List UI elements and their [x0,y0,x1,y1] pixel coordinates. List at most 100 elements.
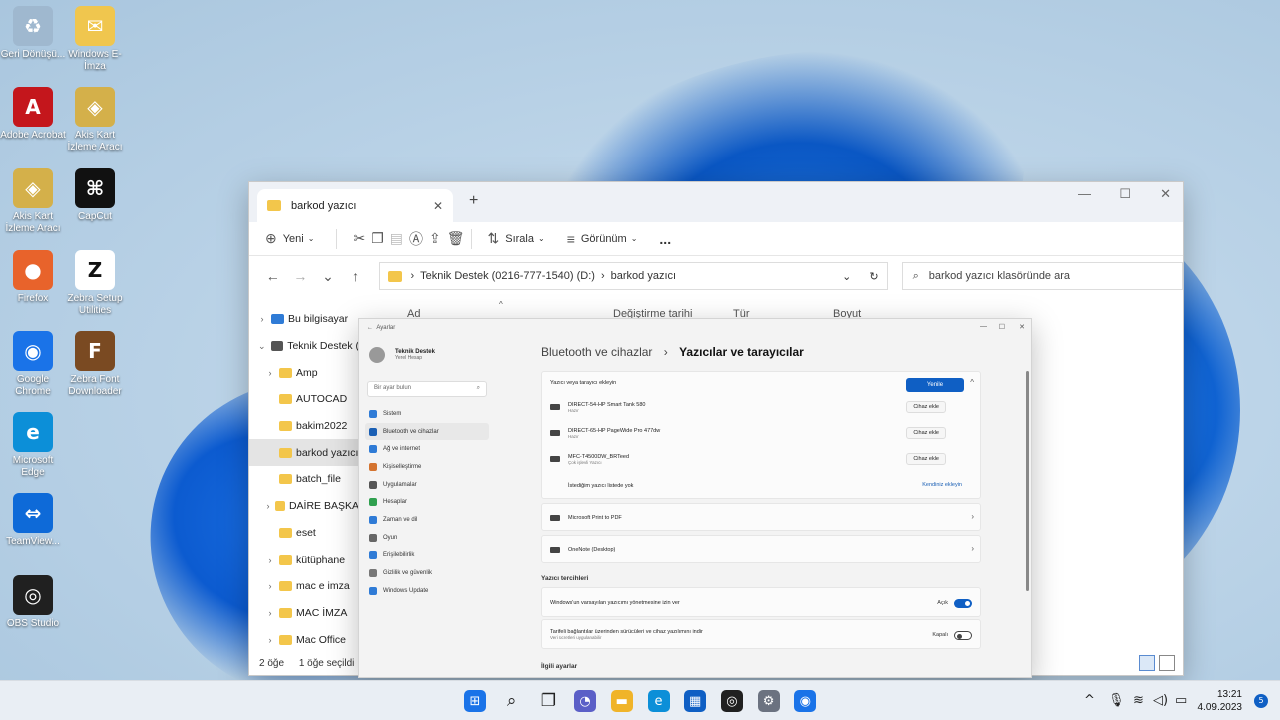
settings-search-input[interactable]: Bir ayar bulun ⌕ [367,381,487,397]
settings-nav-item[interactable]: Sistem [365,405,489,423]
chevron-up-icon[interactable]: ^ [970,378,974,387]
clock[interactable]: 13:21 4.09.2023 [1198,688,1243,714]
battery-icon[interactable]: ▭ [1175,693,1187,708]
search-icon[interactable]: ⌕ [501,690,523,712]
settings-nav-item[interactable]: Oyun [365,529,489,547]
copy-icon[interactable]: ❐ [371,230,384,247]
recent-chevron-icon[interactable]: ⌄ [314,268,342,285]
desktop-shortcut[interactable]: ◈ Akis Kart İzleme Aracı [0,168,66,235]
expand-chevron-icon[interactable]: › [261,581,279,591]
nav-item[interactable]: › mac e imza [249,573,359,600]
paste-icon[interactable]: ▤ [390,230,403,247]
chevron-down-icon[interactable]: ⌄ [842,270,851,283]
maximize-button[interactable]: ☐ [999,323,1005,331]
breadcrumb-drive[interactable]: Teknik Destek (0216-777-1540) (D:) [420,270,595,282]
edge-icon[interactable]: e [647,690,670,712]
file-explorer-icon[interactable]: ▬ [610,690,633,712]
desktop-shortcut[interactable]: A Adobe Acrobat [0,87,66,142]
close-tab-icon[interactable]: ✕ [433,199,443,213]
start-icon[interactable]: ⊞ [464,690,486,712]
nav-item[interactable]: › Amp [249,359,359,386]
expand-chevron-icon[interactable]: › [261,501,275,511]
desktop-shortcut[interactable]: ⇔ TeamView... [0,493,66,548]
breadcrumb-parent[interactable]: Bluetooth ve cihazlar [541,345,652,359]
maximize-button[interactable]: ☐ [1119,186,1131,202]
teams-chat-icon[interactable]: ◔ [574,690,597,712]
up-arrow-icon[interactable]: ↑ [342,268,370,284]
refresh-button[interactable]: Yenile [906,378,964,392]
settings-nav-item[interactable]: Zaman ve dil [365,511,489,529]
desktop-shortcut[interactable]: ⌘ CapCut [62,168,128,223]
sort-button[interactable]: ⇅ Sırala ⌄ [488,230,545,247]
user-profile[interactable]: Teknik Destek Yerel Hesap [369,347,435,363]
desktop-shortcut[interactable]: ● Firefox [0,250,66,305]
nav-item[interactable]: batch_file [249,466,359,493]
nav-item[interactable]: › kütüphane [249,546,359,573]
desktop-shortcut[interactable]: ◎ OBS Studio [0,575,66,630]
scrollbar[interactable] [1026,371,1029,591]
forward-arrow-icon[interactable]: → [287,268,315,284]
installed-printer-card[interactable]: OneNote (Desktop) › [541,535,981,563]
explorer-tab[interactable]: barkod yazıcı ✕ [257,189,453,222]
nav-item[interactable]: › DAİRE BAŞKA [249,493,359,520]
add-device-button[interactable]: Cihaz ekle [906,453,946,465]
settings-nav-item[interactable]: Windows Update [365,582,489,600]
expand-chevron-icon[interactable]: › [261,368,279,378]
refresh-icon[interactable]: ↻ [869,270,878,283]
desktop-shortcut[interactable]: ◈ Akis Kart İzleme Aracı [62,87,128,154]
address-bar[interactable]: › Teknik Destek (0216-777-1540) (D:) › b… [379,262,888,290]
rename-icon[interactable]: Ⓐ [409,229,423,249]
settings-icon[interactable]: ⚙ [757,690,780,712]
desktop-shortcut[interactable]: e Microsoft Edge [0,412,66,479]
toggle-switch[interactable] [954,631,972,640]
new-button[interactable]: ⊕ Yeni ⌄ [265,230,314,247]
desktop-shortcut[interactable]: ✉ Windows E-İmza [62,6,128,73]
settings-nav-item[interactable]: Ağ ve internet [365,440,489,458]
desktop-shortcut[interactable]: ♻ Geri Dönüşü... [0,6,66,61]
minimize-button[interactable]: — [980,323,987,330]
settings-nav-item[interactable]: Kişiselleştirme [365,458,489,476]
settings-nav-item[interactable]: Hesaplar [365,493,489,511]
settings-nav-item[interactable]: Uygulamalar [365,476,489,494]
close-window-button[interactable]: ✕ [1160,186,1171,202]
share-icon[interactable]: ⇪ [429,230,441,247]
settings-nav-item[interactable]: Gizlilik ve güvenlik [365,564,489,582]
tiles-view-icon[interactable] [1159,655,1175,671]
microphone-icon[interactable]: 🎙 [1108,693,1125,708]
nav-item[interactable]: › MAC İMZA [249,600,359,627]
toggle-switch[interactable] [954,599,972,608]
expand-chevron-icon[interactable]: ⌄ [253,341,271,352]
settings-nav-item[interactable]: Erişilebilirlik [365,547,489,565]
desktop-shortcut[interactable]: ◉ Google Chrome [0,331,66,398]
show-hidden-icons-icon[interactable]: ^ [1084,693,1095,708]
task-view-icon[interactable]: ❐ [537,690,559,712]
search-input[interactable]: ⌕ barkod yazıcı klasöründe ara [901,262,1183,290]
view-button[interactable]: ≡ Görünüm ⌄ [567,231,638,247]
minimize-button[interactable]: — [1078,186,1091,201]
back-arrow-icon[interactable]: ← [367,325,373,331]
nav-item[interactable]: AUTOCAD [249,386,359,413]
cut-icon[interactable]: ✂ [353,230,365,247]
desktop-shortcut[interactable]: F Zebra Font Downloader [62,331,128,398]
nav-item[interactable]: › Bu bilgisayar [249,306,359,333]
desktop-shortcut[interactable]: Z Zebra Setup Utilities [62,250,128,317]
nav-item[interactable]: ⌄ Teknik Destek ( [249,333,359,360]
breadcrumb-folder[interactable]: barkod yazıcı [611,270,676,282]
back-arrow-icon[interactable]: ← [259,268,287,284]
volume-icon[interactable]: ◁) [1153,693,1168,708]
nav-item[interactable]: › Mac Office [249,626,359,653]
expand-chevron-icon[interactable]: › [261,635,279,645]
obs-icon[interactable]: ◎ [720,690,743,712]
expand-chevron-icon[interactable]: › [261,555,279,565]
delete-icon[interactable]: 🗑 [447,230,465,247]
notification-badge[interactable]: 5 [1254,694,1268,708]
chrome-icon[interactable]: ◉ [794,690,817,712]
settings-nav-item[interactable]: Bluetooth ve cihazlar [365,422,489,441]
nav-item[interactable]: eset [249,520,359,547]
details-view-icon[interactable] [1139,655,1155,671]
close-window-button[interactable]: ✕ [1019,323,1025,331]
add-device-button[interactable]: Cihaz ekle [906,401,946,413]
store-icon[interactable]: ▦ [684,690,707,712]
add-device-button[interactable]: Cihaz ekle [906,427,946,439]
installed-printer-card[interactable]: Microsoft Print to PDF › [541,503,981,531]
